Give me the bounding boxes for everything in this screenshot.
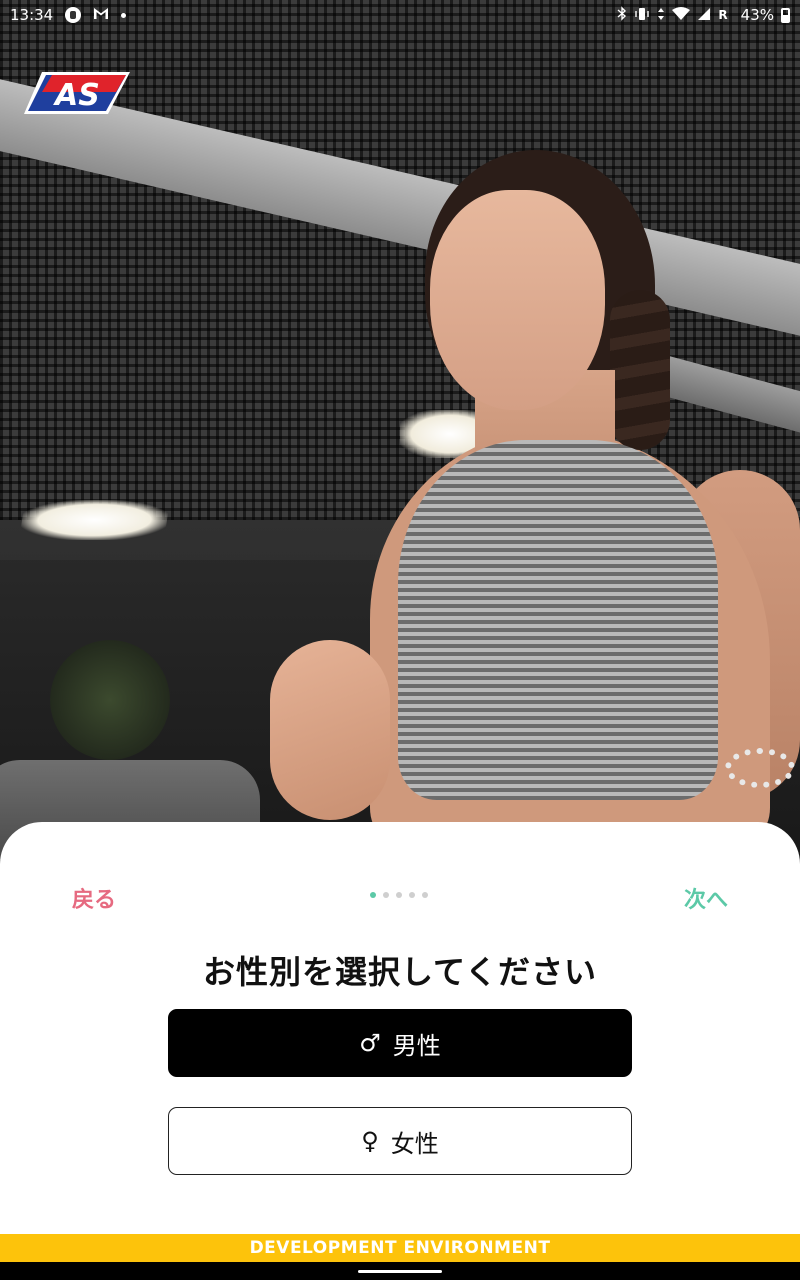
male-option-label: 男性 xyxy=(392,1031,441,1060)
status-time: 13:34 xyxy=(10,6,54,24)
bluetooth-icon xyxy=(617,6,627,24)
woman-braid xyxy=(610,290,670,450)
page-dot xyxy=(422,892,428,898)
logo-text: AS xyxy=(53,78,100,113)
page-indicator xyxy=(370,892,428,898)
page-dot xyxy=(396,892,402,898)
onboarding-nav: 戻る 次へ xyxy=(0,882,800,914)
bracelet xyxy=(725,748,795,788)
next-button[interactable]: 次へ xyxy=(684,882,728,914)
page-dot-active xyxy=(370,892,376,898)
signal-icon xyxy=(697,7,711,24)
male-icon: ♂ xyxy=(359,1029,381,1057)
notification-badge-icon xyxy=(65,7,82,23)
battery-icon xyxy=(781,7,790,23)
gmail-icon xyxy=(93,7,109,23)
woman-arm xyxy=(270,640,390,820)
status-bar: 13:34 R 43% xyxy=(0,0,800,30)
page-dot xyxy=(409,892,415,898)
ceiling-light xyxy=(19,500,170,540)
data-arrows-icon xyxy=(657,7,665,24)
hero-photo xyxy=(0,0,800,860)
home-indicator[interactable] xyxy=(358,1270,442,1273)
male-option-button[interactable]: ♂ 男性 xyxy=(168,1009,632,1077)
bottom-sheet: 戻る 次へ お性別を選択してください ♂ 男性 ♀ 女性 xyxy=(0,822,800,1234)
female-option-label: 女性 xyxy=(390,1129,439,1158)
wifi-icon xyxy=(672,6,691,24)
female-icon: ♀ xyxy=(361,1127,379,1155)
back-button[interactable]: 戻る xyxy=(72,882,116,914)
plant xyxy=(50,640,170,760)
signal-roaming-label: R xyxy=(718,8,728,22)
gender-question: お性別を選択してください xyxy=(202,953,598,991)
dev-environment-banner: DEVELOPMENT ENVIRONMENT xyxy=(0,1234,800,1262)
woman-tank-top xyxy=(398,440,718,800)
dot-icon xyxy=(121,12,127,18)
page-dot xyxy=(383,892,389,898)
brand-logo: AS xyxy=(22,70,132,116)
woman-face xyxy=(430,190,605,410)
system-nav-bar xyxy=(0,1262,800,1280)
battery-percent: 43% xyxy=(740,6,774,24)
vibrate-icon xyxy=(634,7,650,24)
female-option-button[interactable]: ♀ 女性 xyxy=(168,1107,632,1175)
